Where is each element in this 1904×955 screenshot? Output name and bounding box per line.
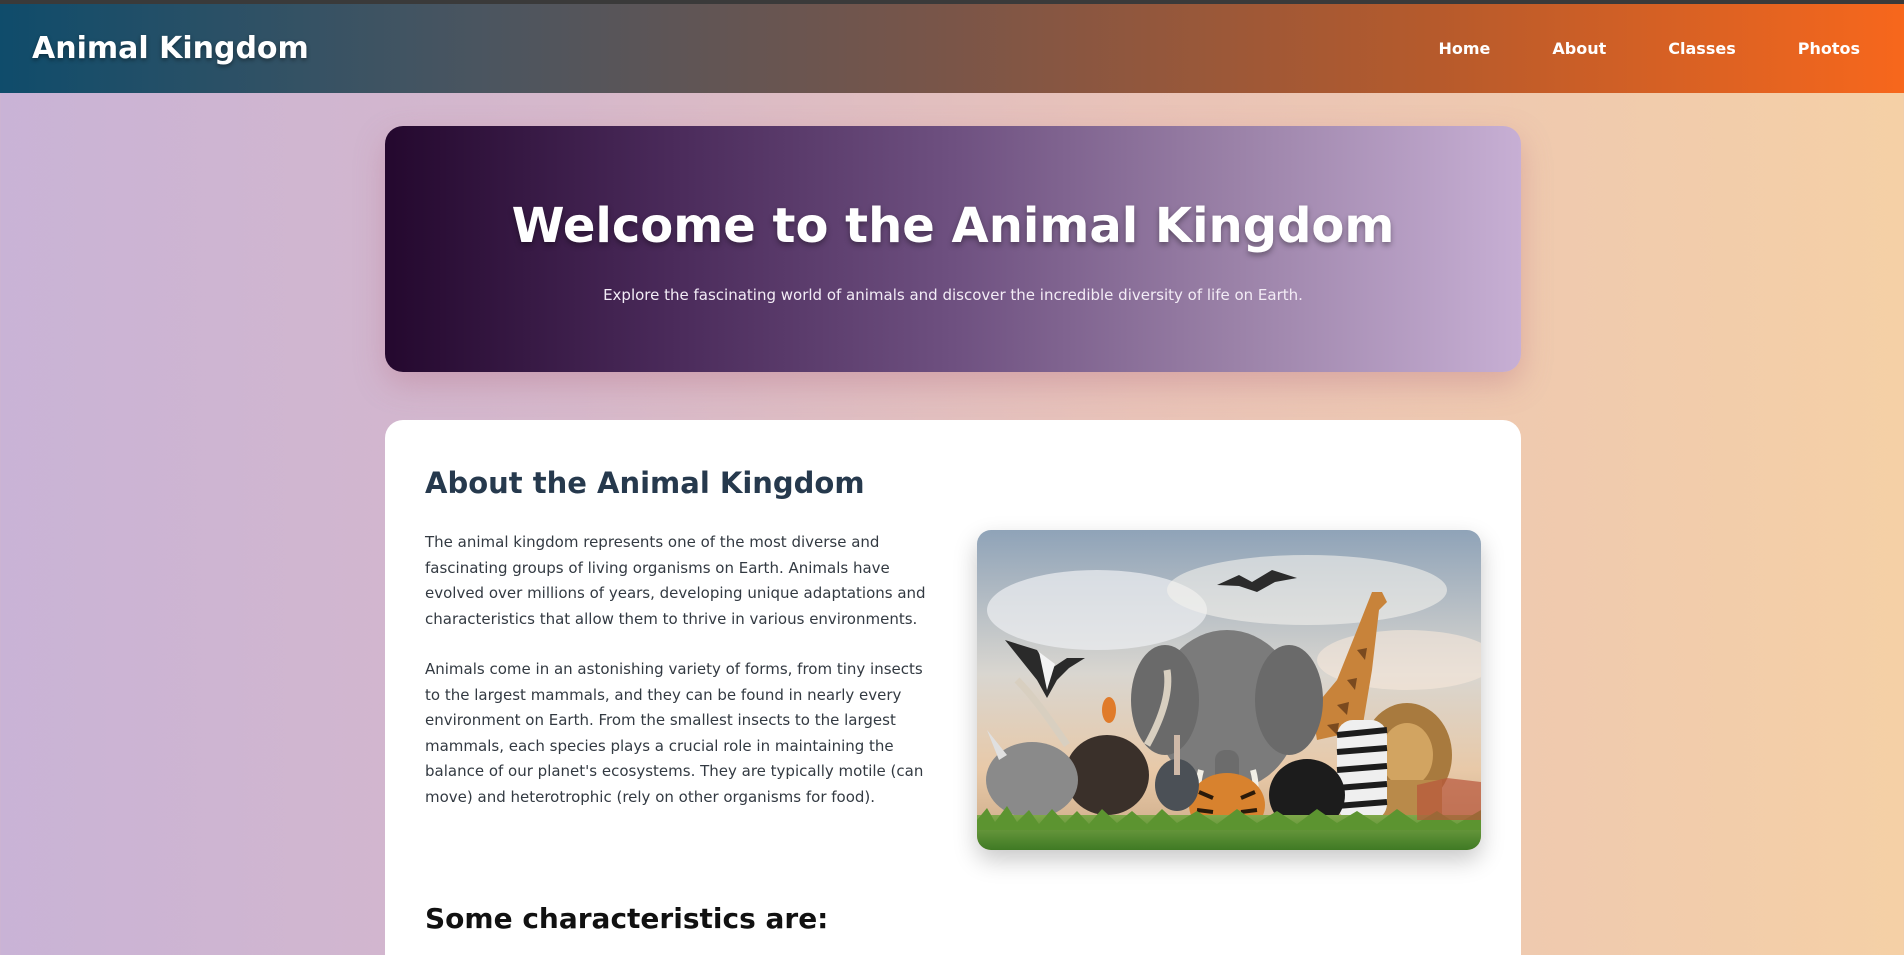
about-paragraph-2: Animals come in an astonishing variety o… [425, 660, 924, 806]
nav-link-about[interactable]: About [1521, 39, 1637, 58]
about-title: About the Animal Kingdom [425, 466, 865, 500]
about-paragraph-1: The animal kingdom represents one of the… [425, 533, 926, 628]
hero-subtitle: Explore the fascinating world of animals… [603, 286, 1303, 304]
site-logo[interactable]: Animal Kingdom [32, 31, 309, 66]
about-card: About the Animal Kingdom The animal king… [385, 420, 1521, 955]
characteristics-title: Some characteristics are: [425, 902, 829, 935]
hero-banner: Welcome to the Animal Kingdom Explore th… [385, 126, 1521, 372]
navbar: Animal Kingdom Home About Classes Photos [0, 4, 1904, 93]
nav-links: Home About Classes Photos [1407, 39, 1872, 58]
about-text: The animal kingdom represents one of the… [425, 530, 930, 835]
nav-link-photos[interactable]: Photos [1767, 39, 1872, 58]
hero-title: Welcome to the Animal Kingdom [511, 198, 1395, 254]
nav-link-home[interactable]: Home [1407, 39, 1521, 58]
animals-group-photo [977, 530, 1481, 850]
nav-link-classes[interactable]: Classes [1637, 39, 1766, 58]
